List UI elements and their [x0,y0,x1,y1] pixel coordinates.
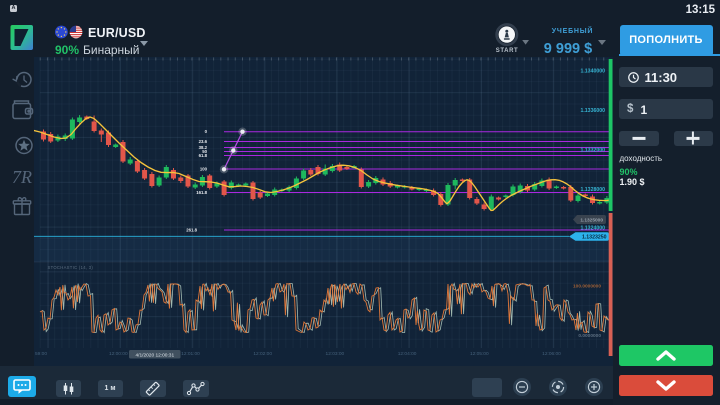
svg-text:1.1325000: 1.1325000 [580,217,603,223]
svg-text:12:06:00: 12:06:00 [542,351,561,357]
svg-text:12:00:00: 12:00:00 [109,351,128,357]
svg-text:12:04:00: 12:04:00 [398,351,417,357]
svg-text:12:03:00: 12:03:00 [326,351,345,357]
svg-text:12:01:00: 12:01:00 [181,351,200,357]
svg-text:0: 0 [205,129,208,134]
svg-text:59:00: 59:00 [35,351,47,357]
svg-text:1.1328000: 1.1328000 [580,187,605,193]
svg-text:61.8: 61.8 [199,153,208,158]
svg-text:1.1324000: 1.1324000 [580,226,605,232]
svg-text:4/1/2020 12:00:31: 4/1/2020 12:00:31 [135,352,174,358]
svg-text:100: 100 [200,166,208,171]
svg-text:1.1323250: 1.1323250 [582,234,607,240]
svg-text:23.6: 23.6 [199,139,208,144]
svg-text:1.1336000: 1.1336000 [580,108,605,114]
svg-text:STOCHASTIC (14, 3): STOCHASTIC (14, 3) [48,265,94,270]
svg-text:100.0000000: 100.0000000 [573,284,601,290]
svg-text:1.1332000: 1.1332000 [580,148,605,154]
svg-text:12:05:00: 12:05:00 [470,351,489,357]
svg-text:261.8: 261.8 [186,227,197,232]
svg-text:161.8: 161.8 [196,190,207,195]
svg-text:0.0000000: 0.0000000 [578,333,601,339]
svg-text:1.1340000: 1.1340000 [580,69,605,75]
svg-text:12:02:00: 12:02:00 [253,351,272,357]
svg-text:7R: 7R [12,167,32,187]
